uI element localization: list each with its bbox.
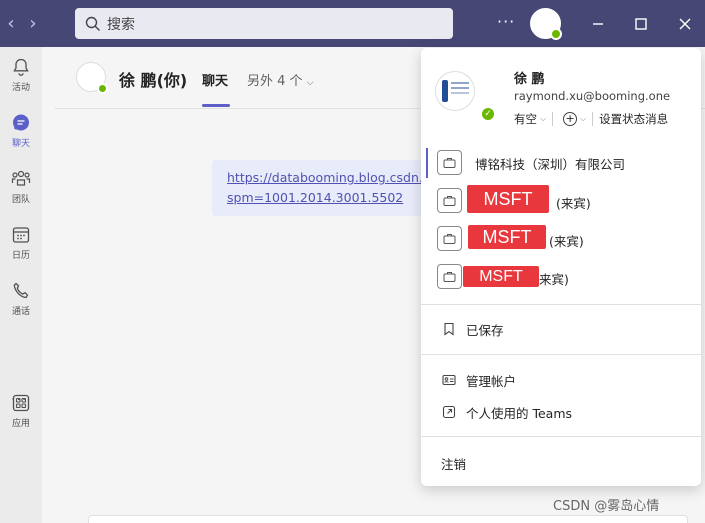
apps-icon [12,394,30,412]
manage-account-menu-item[interactable]: 管理帐户 [421,367,701,393]
guest-label: (来宾) [549,234,584,249]
more-options-button[interactable]: ··· [497,12,515,31]
divider [552,112,554,126]
message-bubble: https://databooming.blog.csdn. spm=1001.… [212,160,442,216]
rail-item-activity[interactable]: 活动 [0,57,42,107]
phone-icon [13,282,29,299]
available-status-icon [550,28,562,40]
saved-menu-item[interactable]: 已保存 [421,316,701,342]
status-row: 有空 ⌵ + ⌵ 设置状态消息 [514,111,668,127]
profile-name: 徐 鹏 [514,72,545,87]
redacted-org-name: MSFT [467,185,549,213]
maximize-button[interactable] [629,12,653,36]
divider [592,112,594,126]
search-icon [85,16,100,31]
profile-email: raymond.xu@booming.one [514,89,671,103]
redacted-org-name: MSFT [468,225,546,249]
guest-label: 来宾) [539,272,569,287]
bookmark-icon [444,322,454,336]
close-button[interactable] [673,12,697,36]
message-link[interactable]: https://databooming.blog.csdn. [227,168,442,188]
briefcase-icon [437,188,462,213]
more-tabs-dropdown[interactable]: 另外 4 个 ⌵ [247,70,314,89]
redacted-org-name: MSFT [463,266,539,287]
add-status-icon[interactable]: + [563,112,578,126]
app-rail: 活动 聊天 团队 日历 通话 ··· 应用 [0,47,42,523]
minimize-icon [593,23,603,25]
org-name: 博铭科技（深圳）有限公司 [475,157,626,172]
open-external-icon [442,405,456,419]
rail-item-calls[interactable]: 通话 [0,281,42,331]
chat-icon [13,114,29,131]
briefcase-icon [437,226,462,251]
org-item[interactable]: 博铭科技（深圳）有限公司 [421,145,701,179]
org-item[interactable]: MSFT (来宾) [421,221,701,255]
message-link-continued[interactable]: spm=1001.2014.3001.5502 [227,188,442,208]
divider [421,354,701,355]
set-status-message-button[interactable]: 设置状态消息 [599,111,668,127]
forward-arrow-icon[interactable]: › [22,0,44,47]
sign-out-menu-item[interactable]: 注销 [421,450,701,476]
search-input[interactable]: 搜索 [75,8,453,39]
available-status-icon [97,83,108,94]
maximize-icon [635,18,647,30]
calendar-icon [12,227,30,243]
org-item[interactable]: MSFT (来宾) [421,183,701,217]
tab-chat[interactable]: 聊天 [202,70,228,89]
divider [421,436,701,437]
chat-title: 徐 鹏(你) [119,71,188,90]
compose-box[interactable] [88,515,688,523]
rail-item-apps[interactable]: 应用 [0,393,42,443]
status-dropdown[interactable]: 有空 [514,111,537,127]
org-item[interactable]: MSFT 来宾) [421,259,701,293]
guest-label: (来宾) [556,196,591,211]
rail-item-calendar[interactable]: 日历 [0,225,42,275]
title-bar: ‹ › 搜索 ··· [0,0,705,47]
chevron-down-icon: ⌵ [580,114,587,123]
personal-teams-menu-item[interactable]: 个人使用的 Teams [421,399,701,425]
chat-avatar[interactable] [76,62,108,94]
company-logo-text-icon [451,82,469,84]
briefcase-icon [437,150,462,175]
active-tab-indicator [202,104,230,107]
account-panel: ✓ 徐 鹏 raymond.xu@booming.one 有空 ⌵ + ⌵ 设置… [421,48,701,486]
close-icon [679,18,691,30]
rail-item-chat[interactable]: 聊天 [0,113,42,163]
rail-item-teams[interactable]: 团队 [0,169,42,219]
profile-avatar[interactable] [435,71,475,111]
minimize-button[interactable] [586,12,610,36]
back-arrow-icon[interactable]: ‹ [0,0,22,47]
briefcase-icon [437,264,462,289]
chevron-down-icon: ⌵ [306,78,314,88]
teams-icon [11,170,31,186]
search-placeholder: 搜索 [107,16,135,33]
available-status-icon: ✓ [480,106,496,122]
company-logo-icon [442,80,448,102]
watermark: CSDN @雾岛心情 [553,499,660,514]
bell-icon [13,58,29,76]
chevron-down-icon: ⌵ [540,114,547,123]
divider [421,304,701,305]
profile-avatar-button[interactable] [530,8,562,40]
contact-card-icon [442,374,456,386]
